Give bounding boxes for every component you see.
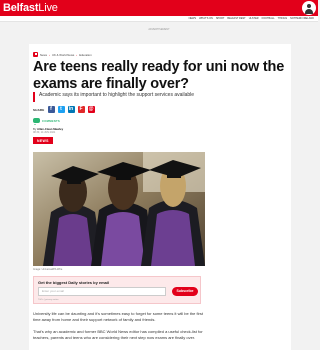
site-logo[interactable]: BelfastLive — [3, 2, 58, 14]
article-standfirst: Academic says its important to highlight… — [33, 92, 273, 102]
main-nav: News What's On Sport Belfast Rest Ulster… — [189, 17, 314, 20]
breadcrumb-item[interactable]: UK & World News — [52, 53, 74, 57]
breadcrumb-item[interactable]: News — [40, 53, 47, 57]
share-bar: SHARE f t in F @ — [33, 106, 95, 113]
section-tag[interactable]: NEWS — [33, 137, 53, 144]
comments-label: COMMENTS — [42, 118, 60, 123]
newsletter-fine-print[interactable]: T&Cs | privacy notice — [38, 299, 59, 301]
breadcrumb-item[interactable]: Education — [79, 53, 91, 57]
comments-link[interactable]: COMMENTS — [33, 118, 60, 125]
share-label: SHARE — [33, 107, 45, 112]
publish-date: 08:30, 14 JUN 2021 — [33, 131, 56, 134]
account-icon[interactable] — [302, 1, 316, 15]
nav-item[interactable]: Sport — [216, 17, 225, 20]
email-input[interactable]: Enter your email — [38, 287, 166, 296]
linkedin-icon[interactable]: in — [67, 106, 75, 113]
facebook-icon[interactable]: f — [47, 106, 55, 113]
email-icon[interactable]: @ — [87, 106, 95, 113]
article-headline: Are teens really ready for uni now the e… — [33, 59, 285, 92]
home-icon[interactable] — [33, 52, 38, 57]
advertisement-label: Advertisement — [148, 28, 170, 31]
article-paragraph: That's why an academic and former BBC Wo… — [33, 329, 203, 340]
image-caption: Image: Universal/PA Wire — [33, 268, 63, 271]
article-image — [33, 152, 205, 266]
nav-item[interactable]: News — [189, 17, 197, 20]
nav-item[interactable]: Football — [262, 17, 275, 20]
logo-live: Live — [38, 2, 58, 14]
nav-bar: News What's On Sport Belfast Rest Ulster… — [0, 16, 318, 22]
nav-item[interactable]: Nothern Ireland — [290, 17, 314, 20]
twitter-icon[interactable]: t — [57, 106, 65, 113]
breadcrumb: News › UK & World News › Education — [33, 52, 92, 57]
article-card: News › UK & World News › Education Are t… — [29, 44, 291, 350]
nav-item[interactable]: Belfast Rest — [227, 17, 245, 20]
article-paragraph: University life can be daunting and it's… — [33, 311, 203, 322]
breadcrumb-separator: › — [49, 52, 50, 57]
nav-item[interactable]: Ulster — [249, 17, 259, 20]
nav-item[interactable]: What's On — [199, 17, 213, 20]
nav-item[interactable]: Things — [278, 17, 287, 20]
subscribe-button[interactable]: Subscribe — [172, 287, 198, 296]
newsletter-signup: Get the biggest Daily stories by email E… — [33, 276, 201, 304]
logo-main: Belfast — [3, 2, 39, 14]
site-header: BelfastLive — [0, 0, 318, 16]
graduates-photo — [33, 152, 205, 266]
breadcrumb-separator: › — [76, 52, 78, 57]
flipboard-icon[interactable]: F — [77, 106, 85, 113]
comment-bubble-icon — [33, 118, 40, 125]
newsletter-title: Get the biggest Daily stories by email — [38, 280, 110, 285]
